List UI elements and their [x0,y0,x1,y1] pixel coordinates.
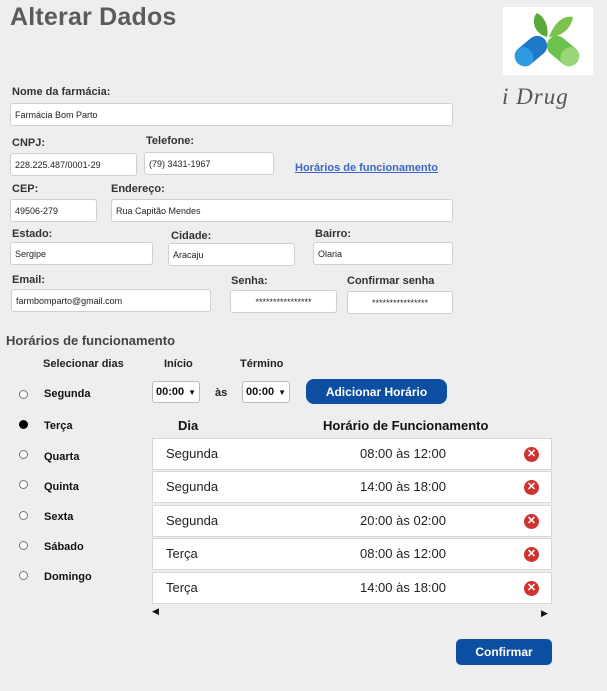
row-hours: 14:00 às 18:00 [359,479,447,494]
table-header-horario: Horário de Funcionamento [323,418,489,433]
bairro-label: Bairro: [315,228,352,240]
page-title: Alterar Dados [10,3,177,31]
scroll-left-icon[interactable]: ◀ [152,606,159,617]
inicio-select-value: 00:00 [156,386,185,398]
remove-icon[interactable]: ✕ [524,581,539,596]
table-row: Segunda 20:00 às 02:00 ✕ [152,505,552,537]
row-day: Terça [166,546,198,561]
inicio-label: Início [164,358,193,370]
radio-quinta[interactable] [19,480,28,489]
table-header-dia: Dia [178,418,199,433]
estado-label: Estado: [12,228,53,240]
as-label: às [215,387,228,399]
row-hours: 14:00 às 18:00 [359,580,447,595]
radio-sabado[interactable] [19,541,28,550]
confirmar-senha-label: Confirmar senha [347,275,435,287]
capsule-leaf-logo-icon [514,13,580,67]
day-label-sexta: Sexta [44,511,74,523]
confirmar-senha-input[interactable]: **************** [347,291,453,314]
cidade-input[interactable]: Aracaju [168,243,295,266]
estado-input[interactable]: Sergipe [10,242,153,265]
remove-icon[interactable]: ✕ [524,547,539,562]
table-row: Terça 14:00 às 18:00 ✕ [152,572,552,604]
row-day: Segunda [166,479,219,494]
app-logo [503,7,593,75]
radio-segunda[interactable] [19,390,28,399]
horarios-link[interactable]: Horários de funcionamento [295,162,438,174]
day-label-domingo: Domingo [44,571,92,583]
cnpj-label: CNPJ: [12,137,46,149]
radio-sexta[interactable] [19,511,28,520]
cidade-label: Cidade: [171,230,212,242]
adicionar-horario-button[interactable]: Adicionar Horário [306,379,447,404]
email-input[interactable]: farmbomparto@gmail.com [11,289,211,312]
termino-select[interactable]: 00:00 ▼ [242,381,290,403]
remove-icon[interactable]: ✕ [524,447,539,462]
day-label-quarta: Quarta [44,451,80,463]
telefone-input[interactable]: (79) 3431-1967 [144,152,274,175]
radio-quarta[interactable] [19,450,28,459]
cep-label: CEP: [12,183,39,195]
cep-input[interactable]: 49506-279 [10,199,97,222]
endereco-input[interactable]: Rua Capitão Mendes [111,199,453,222]
remove-icon[interactable]: ✕ [524,480,539,495]
row-day: Segunda [166,513,219,528]
row-hours: 08:00 às 12:00 [359,546,447,561]
row-day: Terça [166,580,198,595]
row-hours: 08:00 às 12:00 [359,446,447,461]
telefone-label: Telefone: [146,135,195,147]
inicio-select[interactable]: 00:00 ▼ [152,381,200,403]
table-row: Segunda 14:00 às 18:00 ✕ [152,471,552,503]
radio-terca[interactable] [19,420,28,429]
termino-label: Término [240,358,284,370]
nome-label: Nome da farmácia: [12,86,111,98]
bairro-input[interactable]: Olaria [313,242,453,265]
day-label-sabado: Sábado [44,541,84,553]
row-day: Segunda [166,446,219,461]
email-label: Email: [12,274,46,286]
termino-select-value: 00:00 [246,386,275,398]
day-label-terca: Terça [44,420,73,432]
day-label-quinta: Quinta [44,481,79,493]
day-label-segunda: Segunda [44,388,91,400]
endereco-label: Endereço: [111,183,165,195]
scroll-right-icon[interactable]: ▶ [541,608,548,619]
brand-wordmark: i Drug [502,84,569,109]
senha-input[interactable]: **************** [230,290,337,313]
select-days-label: Selecionar dias [43,358,124,370]
confirmar-button[interactable]: Confirmar [456,639,552,665]
chevron-down-icon: ▼ [188,387,197,397]
row-hours: 20:00 às 02:00 [359,513,447,528]
chevron-down-icon: ▼ [278,387,287,397]
cnpj-input[interactable]: 228.225.487/0001-29 [10,153,137,176]
senha-label: Senha: [231,275,268,287]
horarios-section-title: Horários de funcionamento [6,333,176,348]
radio-domingo[interactable] [19,571,28,580]
remove-icon[interactable]: ✕ [524,514,539,529]
table-row: Terça 08:00 às 12:00 ✕ [152,538,552,570]
nome-input[interactable]: Farmácia Bom Parto [10,103,453,126]
table-row: Segunda 08:00 às 12:00 ✕ [152,438,552,470]
